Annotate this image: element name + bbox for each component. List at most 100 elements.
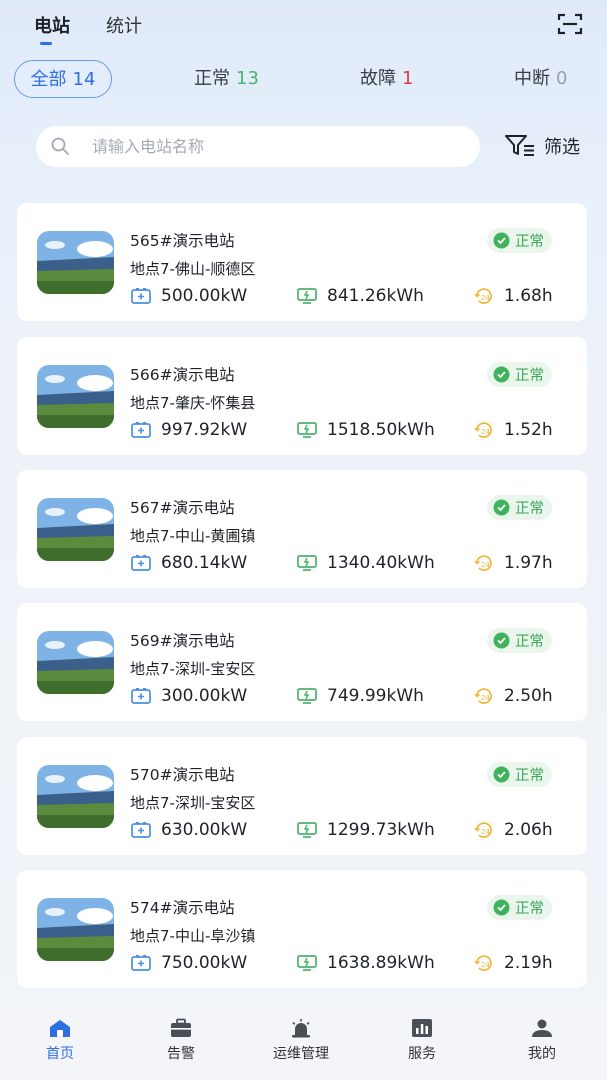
nav-profile[interactable]: 我的 (497, 1018, 587, 1063)
station-card[interactable]: 574#演示电站 地点7-中山-阜沙镇 正常 750.00kW 1638.89k… (17, 870, 587, 988)
home-icon (50, 1020, 70, 1037)
energy-screen-icon (297, 822, 317, 838)
hours-24-icon: 24 (474, 422, 492, 438)
svg-text:24: 24 (481, 961, 490, 969)
nav-alarm-label: 告警 (167, 1046, 195, 1062)
status-filter-normal[interactable]: 正常 13 (194, 60, 259, 98)
check-shield-icon (493, 499, 510, 516)
battery-icon (131, 688, 151, 704)
battery-icon (131, 422, 151, 438)
status-badge: 正常 (487, 762, 552, 787)
hours-metric: 24 2.19h (473, 952, 553, 974)
nav-operations[interactable]: 运维管理 (256, 1018, 346, 1063)
station-name: 567#演示电站 (130, 499, 235, 517)
capacity-value: 750.00kW (161, 953, 248, 973)
station-card[interactable]: 566#演示电站 地点7-肇庆-怀集县 正常 997.92kW 1518.50k… (17, 337, 587, 455)
capacity-value: 997.92kW (161, 420, 248, 440)
station-location: 地点7-深圳-宝安区 (130, 660, 256, 678)
energy-screen-icon (297, 688, 317, 704)
scan-icon[interactable] (557, 12, 583, 36)
station-card[interactable]: 565#演示电站 地点7-佛山-顺德区 正常 500.00kW 841.26kW… (17, 203, 587, 321)
hours-24-icon: 24 (474, 288, 492, 304)
energy-metric: 841.26kWh (296, 285, 424, 307)
hours-value: 2.19h (504, 953, 553, 973)
station-photo (37, 498, 114, 561)
status-text: 正常 (515, 634, 544, 650)
bottom-nav: 首页 告警 运维管理 服务 我的 (0, 1002, 607, 1080)
station-name: 569#演示电站 (130, 632, 235, 650)
check-shield-icon (493, 899, 510, 916)
nav-service-label: 服务 (408, 1046, 436, 1062)
energy-value: 1518.50kWh (327, 420, 435, 440)
status-filter-all[interactable]: 全部 14 (14, 60, 112, 98)
hours-value: 2.50h (504, 686, 553, 706)
station-card[interactable]: 569#演示电站 地点7-深圳-宝安区 正常 300.00kW 749.99kW… (17, 603, 587, 721)
nav-operations-label: 运维管理 (273, 1046, 329, 1062)
energy-metric: 1518.50kWh (296, 419, 435, 441)
status-fault-count: 1 (402, 68, 414, 89)
filter-label: 筛选 (544, 137, 580, 158)
energy-metric: 1638.89kWh (296, 952, 435, 974)
energy-metric: 1340.40kWh (296, 552, 435, 574)
status-badge: 正常 (487, 895, 552, 920)
filter-button[interactable]: 筛选 (504, 132, 580, 160)
battery-icon (131, 288, 151, 304)
station-location: 地点7-肇庆-怀集县 (130, 394, 256, 412)
capacity-metric: 750.00kW (130, 952, 247, 974)
status-filter-row: 全部 14 正常 13 故障 1 中断 0 (0, 60, 607, 100)
check-shield-icon (493, 232, 510, 249)
tab-station[interactable]: 电站 (34, 12, 70, 38)
svg-text:24: 24 (481, 828, 490, 836)
hours-metric: 24 1.52h (473, 419, 553, 441)
svg-text:24: 24 (481, 694, 490, 702)
search-input[interactable] (92, 126, 462, 167)
status-text: 正常 (515, 901, 544, 917)
energy-value: 1299.73kWh (327, 820, 435, 840)
station-location: 地点7-中山-黄圃镇 (130, 527, 256, 545)
station-name: 565#演示电站 (130, 232, 235, 250)
energy-metric: 749.99kWh (296, 685, 424, 707)
check-shield-icon (493, 366, 510, 383)
station-location: 地点7-中山-阜沙镇 (130, 927, 256, 945)
energy-screen-icon (297, 555, 317, 571)
svg-text:24: 24 (481, 294, 490, 302)
alarm-toolbox-icon (171, 1018, 191, 1037)
status-all-label: 全部 (30, 69, 67, 90)
station-photo (37, 631, 114, 694)
status-interrupted-count: 0 (556, 68, 568, 89)
energy-screen-icon (297, 288, 317, 304)
nav-alarm[interactable]: 告警 (136, 1018, 226, 1063)
status-badge: 正常 (487, 228, 552, 253)
hours-value: 2.06h (504, 820, 553, 840)
capacity-value: 300.00kW (161, 686, 248, 706)
station-location: 地点7-佛山-顺德区 (130, 260, 256, 278)
station-card[interactable]: 570#演示电站 地点7-深圳-宝安区 正常 630.00kW 1299.73k… (17, 737, 587, 855)
search-box (36, 126, 480, 167)
station-card[interactable]: 567#演示电站 地点7-中山-黄圃镇 正常 680.14kW 1340.40k… (17, 470, 587, 588)
siren-icon (292, 1019, 310, 1038)
energy-value: 841.26kWh (327, 286, 424, 306)
status-fault-label: 故障 (360, 68, 396, 89)
capacity-value: 500.00kW (161, 286, 248, 306)
battery-icon (131, 955, 151, 971)
energy-screen-icon (297, 955, 317, 971)
nav-home[interactable]: 首页 (15, 1018, 105, 1063)
hours-value: 1.97h (504, 553, 553, 573)
hours-24-icon: 24 (474, 555, 492, 571)
status-filter-interrupted[interactable]: 中断 0 (514, 60, 567, 98)
capacity-metric: 680.14kW (130, 552, 247, 574)
capacity-metric: 630.00kW (130, 819, 247, 841)
status-text: 正常 (515, 234, 544, 250)
nav-home-label: 首页 (46, 1046, 74, 1062)
nav-service[interactable]: 服务 (377, 1018, 467, 1063)
capacity-metric: 300.00kW (130, 685, 247, 707)
hours-24-icon: 24 (474, 955, 492, 971)
tab-statistics[interactable]: 统计 (106, 12, 142, 38)
station-photo (37, 231, 114, 294)
status-badge: 正常 (487, 362, 552, 387)
hours-metric: 24 2.50h (473, 685, 553, 707)
capacity-value: 680.14kW (161, 553, 248, 573)
bar-chart-icon (412, 1019, 432, 1037)
capacity-metric: 500.00kW (130, 285, 247, 307)
status-filter-fault[interactable]: 故障 1 (360, 60, 413, 98)
